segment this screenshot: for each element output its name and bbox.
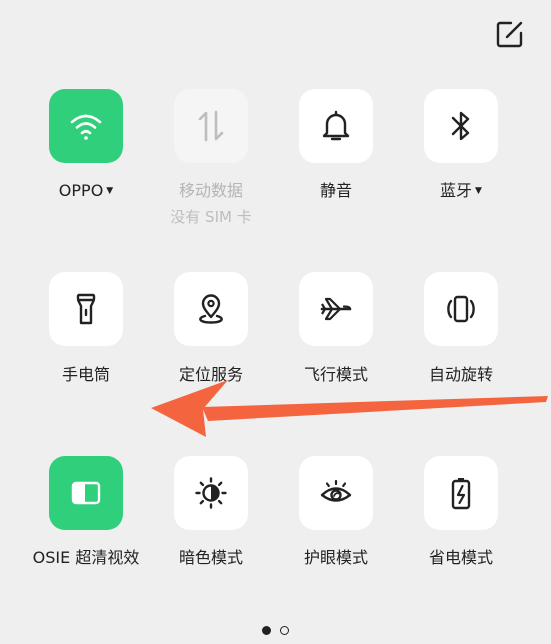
flashlight-icon xyxy=(74,292,98,326)
bluetooth-label: 蓝牙 ▼ xyxy=(396,181,526,201)
edit-icon[interactable] xyxy=(496,20,524,48)
mobile-data-icon xyxy=(196,109,226,143)
bluetooth-label-text: 蓝牙 xyxy=(440,181,473,200)
wifi-label: OPPO ▼ xyxy=(21,181,151,201)
eye-icon xyxy=(319,478,353,508)
dark-mode-icon xyxy=(194,476,228,510)
wifi-network-name: OPPO xyxy=(58,181,104,200)
silent-tile[interactable] xyxy=(299,89,373,163)
dropdown-caret-icon: ▼ xyxy=(106,186,114,196)
dropdown-caret-icon: ▼ xyxy=(475,186,482,196)
page-indicator xyxy=(0,626,551,635)
bluetooth-icon xyxy=(448,109,474,143)
eye-comfort-label: 护眼模式 xyxy=(303,548,368,567)
airplane-icon xyxy=(319,294,353,324)
bell-icon xyxy=(321,110,351,142)
mobile-data-label: 移动数据 xyxy=(178,181,243,200)
battery-saver-icon xyxy=(449,476,473,510)
dark-mode-label: 暗色模式 xyxy=(178,548,243,567)
flashlight-label: 手电筒 xyxy=(61,365,110,384)
battery-saver-label: 省电模式 xyxy=(428,548,493,567)
osie-icon xyxy=(70,480,102,506)
location-icon xyxy=(195,292,227,326)
location-label: 定位服务 xyxy=(178,365,243,384)
location-tile[interactable] xyxy=(174,272,248,346)
osie-label: OSIE 超清视效 xyxy=(32,548,140,567)
page-dot-active[interactable] xyxy=(262,626,271,635)
silent-label: 静音 xyxy=(319,181,352,200)
osie-tile[interactable] xyxy=(49,456,123,530)
eye-comfort-tile[interactable] xyxy=(299,456,373,530)
mobile-data-tile[interactable] xyxy=(174,89,248,163)
wifi-icon xyxy=(69,111,103,141)
page-dot[interactable] xyxy=(280,626,289,635)
wifi-tile[interactable] xyxy=(49,89,123,163)
no-sim-label: 没有 SIM 卡 xyxy=(170,208,252,226)
battery-saver-tile[interactable] xyxy=(424,456,498,530)
airplane-tile[interactable] xyxy=(299,272,373,346)
flashlight-tile[interactable] xyxy=(49,272,123,346)
bluetooth-tile[interactable] xyxy=(424,89,498,163)
auto-rotate-tile[interactable] xyxy=(424,272,498,346)
auto-rotate-label: 自动旋转 xyxy=(428,365,493,384)
dark-mode-tile[interactable] xyxy=(174,456,248,530)
auto-rotate-icon xyxy=(444,292,478,326)
airplane-label: 飞行模式 xyxy=(303,365,368,384)
